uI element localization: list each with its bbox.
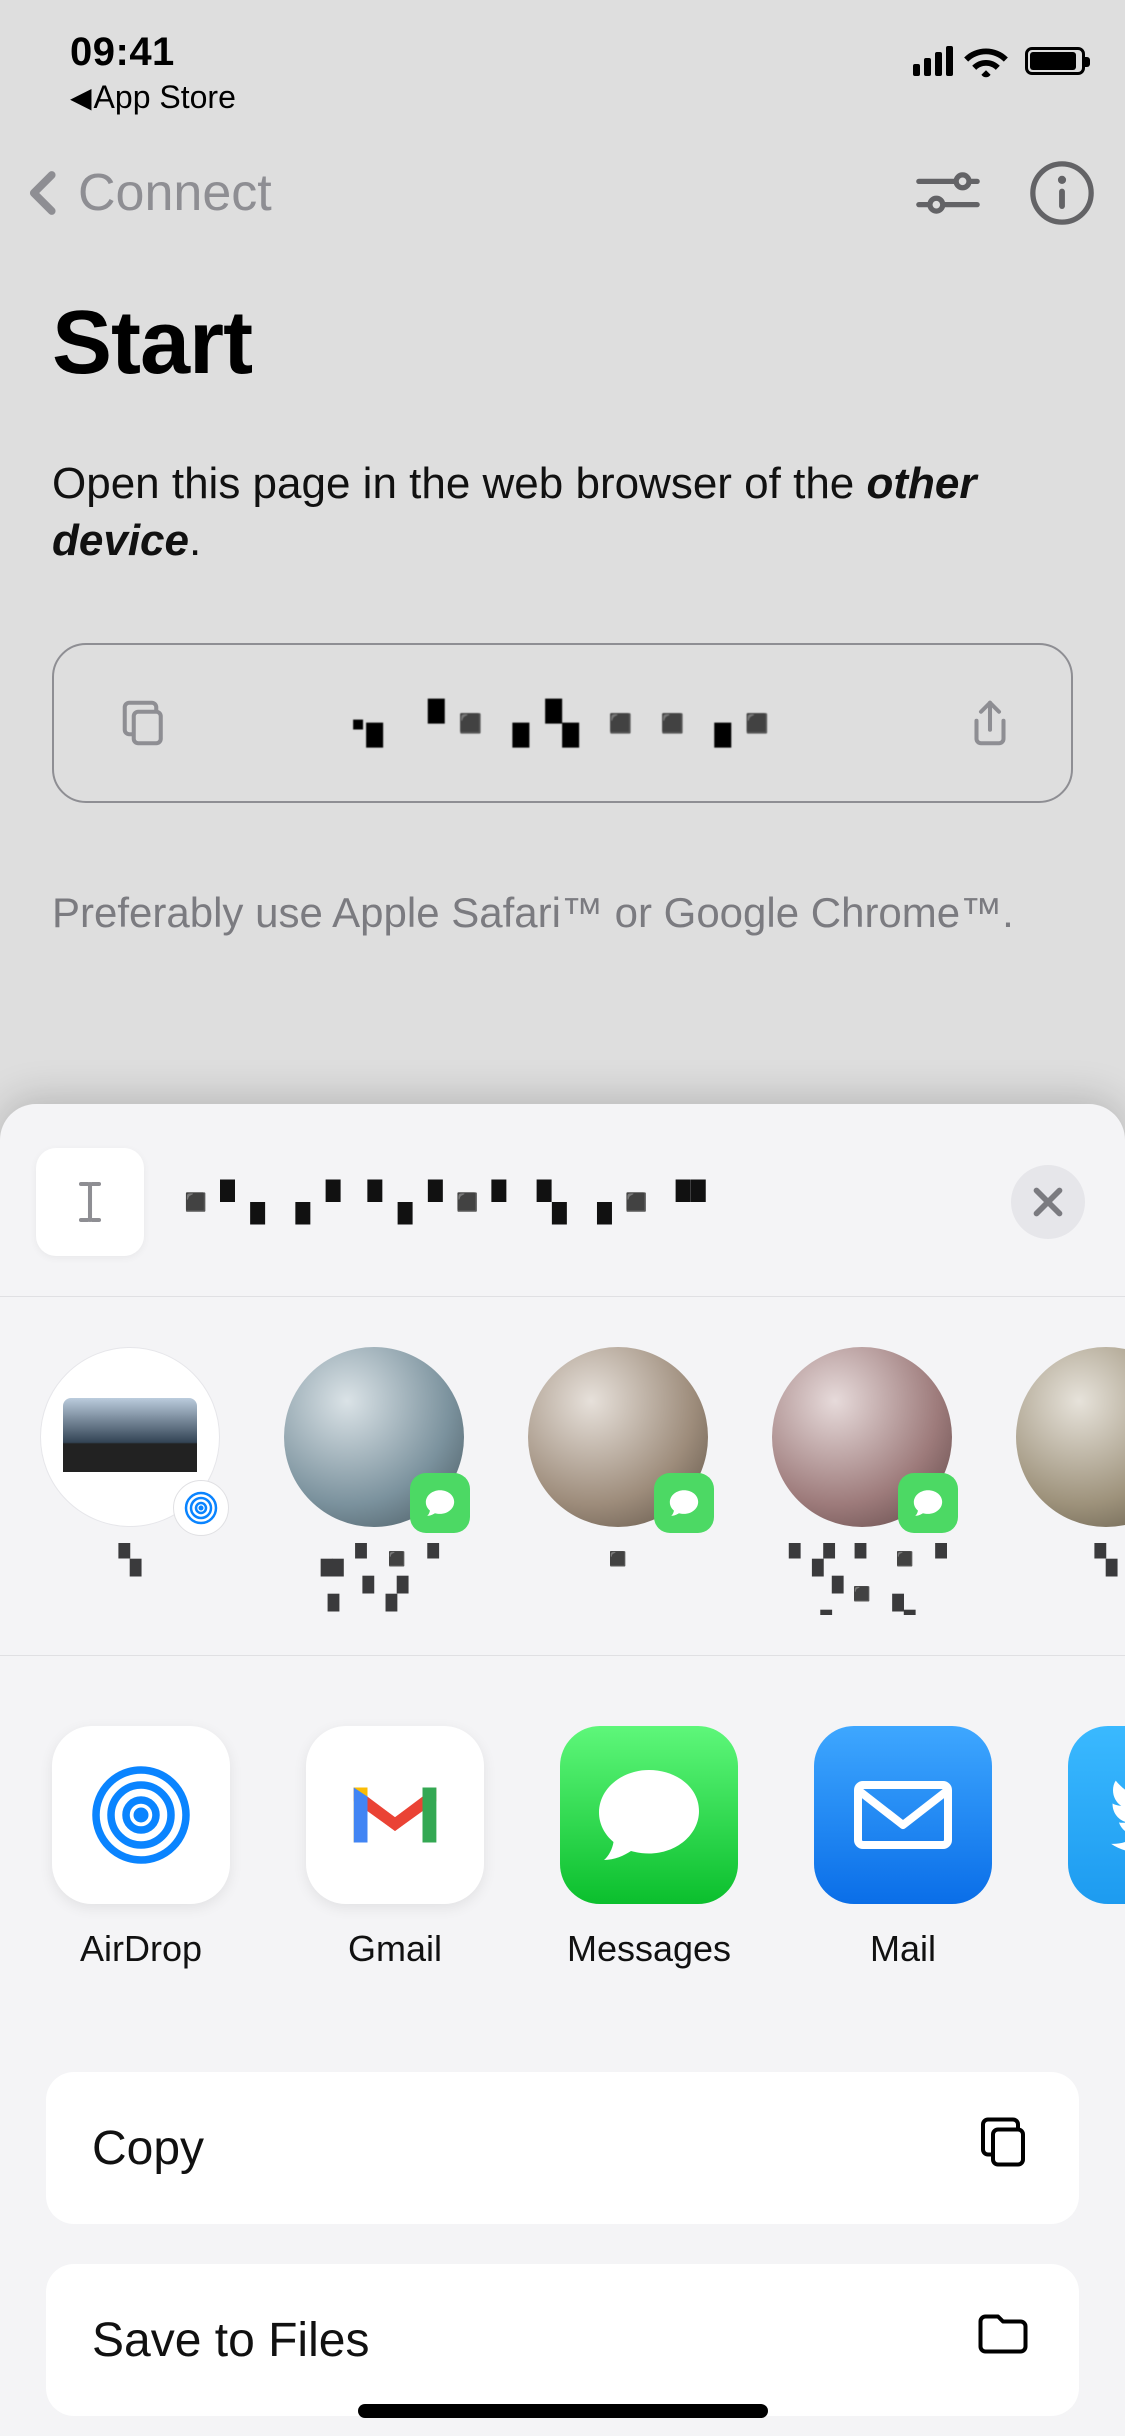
- home-indicator[interactable]: [358, 2404, 768, 2418]
- share-content-label: ◾▘▖▗▝ ▝▗▝◾▘▝▖▗◾▝▘: [172, 1180, 983, 1225]
- action-label: Copy: [92, 2121, 204, 2176]
- share-person[interactable]: ◾: [528, 1347, 708, 1615]
- share-person[interactable]: ▝▗▘ ▘ ◾▝ ▝◾▗ ▝◾▖▝: [772, 1347, 952, 1615]
- share-apps-row[interactable]: AirDrop Gmail Messages Mail T: [0, 1656, 1125, 2030]
- status-time: 09:41: [70, 30, 236, 75]
- person-avatar: [772, 1347, 952, 1527]
- share-person[interactable]: ▝▖: [1016, 1347, 1125, 1615]
- cellular-signal-icon: [913, 46, 953, 76]
- return-to-app[interactable]: ◀ App Store: [70, 79, 236, 116]
- person-avatar: [1016, 1347, 1125, 1527]
- action-label: Save to Files: [92, 2313, 369, 2368]
- messages-badge-icon: [898, 1473, 958, 1533]
- share-app-gmail[interactable]: Gmail: [306, 1726, 484, 1970]
- messages-badge-icon: [410, 1473, 470, 1533]
- close-icon: [1025, 1179, 1071, 1225]
- chevron-left-icon: [18, 166, 72, 220]
- copy-icon[interactable]: [118, 696, 172, 750]
- folder-icon: [973, 2304, 1033, 2376]
- text-cursor-icon: [63, 1175, 117, 1229]
- person-name: ◾: [599, 1543, 636, 1578]
- return-app-label: App Store: [94, 79, 236, 116]
- page-title: Start: [52, 292, 1073, 395]
- person-name: ▝▗▘ ▘ ◾▝ ▝◾▗ ▝◾▖▝: [772, 1543, 952, 1615]
- share-app-twitter[interactable]: T: [1068, 1726, 1125, 1970]
- navigation-bar: Connect: [0, 150, 1125, 236]
- share-sheet-header: ◾▘▖▗▝ ▝▗▝◾▘▝▖▗◾▝▘: [0, 1104, 1125, 1297]
- messages-icon: [560, 1726, 738, 1904]
- settings-sliders-icon[interactable]: [913, 158, 983, 228]
- share-app-airdrop[interactable]: AirDrop: [52, 1726, 230, 1970]
- battery-icon: [1025, 47, 1085, 75]
- app-label: Messages: [567, 1928, 731, 1970]
- wifi-icon: [963, 38, 1009, 84]
- page-lead: Open this page in the web browser of the…: [52, 455, 1073, 569]
- page-hint: Preferably use Apple Safari™ or Google C…: [52, 889, 1073, 937]
- person-avatar: [284, 1347, 464, 1527]
- status-bar: 09:41 ◀ App Store: [0, 0, 1125, 140]
- share-app-mail[interactable]: Mail: [814, 1726, 992, 1970]
- copy-icon: [973, 2112, 1033, 2184]
- app-label: Mail: [870, 1928, 936, 1970]
- person-avatar: [528, 1347, 708, 1527]
- share-person[interactable]: ▗▖▘◾▝ ▖▝▗▘: [284, 1347, 464, 1615]
- share-icon[interactable]: [963, 696, 1017, 750]
- app-label: AirDrop: [80, 1928, 202, 1970]
- back-label: Connect: [78, 163, 272, 223]
- share-sheet: ◾▘▖▗▝ ▝▗▝◾▘▝▖▗◾▝▘ ▝▖ ▗▖▘◾▝ ▖▝▗▘ ◾ ▝▗▘ ▘ ◾▝ …: [0, 1104, 1125, 2436]
- back-button[interactable]: Connect: [18, 163, 272, 223]
- status-indicators: [913, 38, 1085, 84]
- person-name: ▝▖: [107, 1543, 153, 1578]
- messages-badge-icon: [654, 1473, 714, 1533]
- action-copy[interactable]: Copy: [46, 2072, 1079, 2224]
- airdrop-icon: [52, 1726, 230, 1904]
- airdrop-badge-icon: [173, 1480, 229, 1536]
- share-person[interactable]: ▝▖: [40, 1347, 220, 1615]
- share-content-thumb: [36, 1148, 144, 1256]
- share-url-block[interactable]: ▪▖ ▝◾▗▝▖◾◾▗◾: [52, 643, 1073, 803]
- share-url-text: ▪▖ ▝◾▗▝▖◾◾▗◾: [172, 700, 963, 747]
- share-actions-list: Copy Save to Files: [0, 2030, 1125, 2416]
- gmail-icon: [306, 1726, 484, 1904]
- info-icon[interactable]: [1027, 158, 1097, 228]
- twitter-icon: [1068, 1726, 1125, 1904]
- mail-icon: [814, 1726, 992, 1904]
- share-app-messages[interactable]: Messages: [560, 1726, 738, 1970]
- close-button[interactable]: [1011, 1165, 1085, 1239]
- page-content: Start Open this page in the web browser …: [0, 260, 1125, 937]
- app-label: Gmail: [348, 1928, 442, 1970]
- person-name: ▗▖▘◾▝ ▖▝▗▘: [284, 1543, 464, 1612]
- back-triangle-icon: ◀: [70, 81, 92, 114]
- action-save-to-files[interactable]: Save to Files: [46, 2264, 1079, 2416]
- person-name: ▝▖: [1083, 1543, 1125, 1578]
- share-people-row[interactable]: ▝▖ ▗▖▘◾▝ ▖▝▗▘ ◾ ▝▗▘ ▘ ◾▝ ▝◾▗ ▝◾▖▝ ▝▖: [0, 1297, 1125, 1656]
- device-avatar: [40, 1347, 220, 1527]
